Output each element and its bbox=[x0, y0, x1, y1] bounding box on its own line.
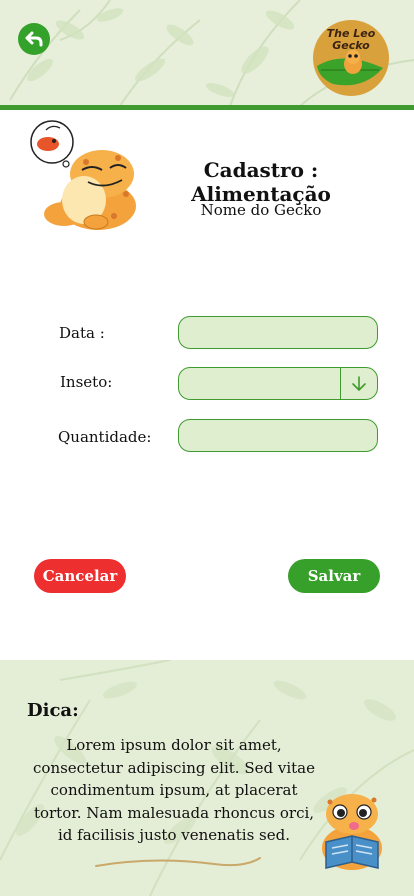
date-label: Data : bbox=[59, 324, 105, 342]
back-button[interactable] bbox=[18, 23, 50, 55]
insect-select-value bbox=[179, 368, 340, 399]
insect-select[interactable] bbox=[178, 367, 378, 400]
tip-title: Dica: bbox=[27, 700, 79, 721]
tip-text: Lorem ipsum dolor sit amet, consectetur … bbox=[33, 736, 315, 844]
date-input[interactable] bbox=[179, 317, 377, 348]
page-title: Cadastro : Alimentação bbox=[191, 158, 331, 206]
header-divider bbox=[0, 105, 414, 110]
back-arrow-icon bbox=[25, 31, 43, 47]
insect-label: Inseto: bbox=[60, 373, 113, 391]
save-button[interactable]: Salvar bbox=[288, 559, 380, 593]
arrow-down-icon bbox=[352, 375, 366, 391]
quantity-input[interactable] bbox=[179, 420, 377, 451]
app-logo: The Leo Gecko bbox=[313, 20, 389, 96]
date-field[interactable] bbox=[178, 316, 378, 349]
leaf-gecko-icon bbox=[317, 50, 383, 86]
insect-dropdown-toggle[interactable] bbox=[340, 368, 377, 399]
quantity-field[interactable] bbox=[178, 419, 378, 452]
quantity-label: Quantidade: bbox=[58, 428, 152, 446]
cancel-button[interactable]: Cancelar bbox=[34, 559, 126, 593]
decorative-swoosh bbox=[95, 857, 261, 867]
gecko-reading-illustration bbox=[322, 794, 382, 870]
gecko-name: Nome do Gecko bbox=[200, 201, 322, 219]
gecko-thinking-illustration bbox=[30, 120, 136, 230]
